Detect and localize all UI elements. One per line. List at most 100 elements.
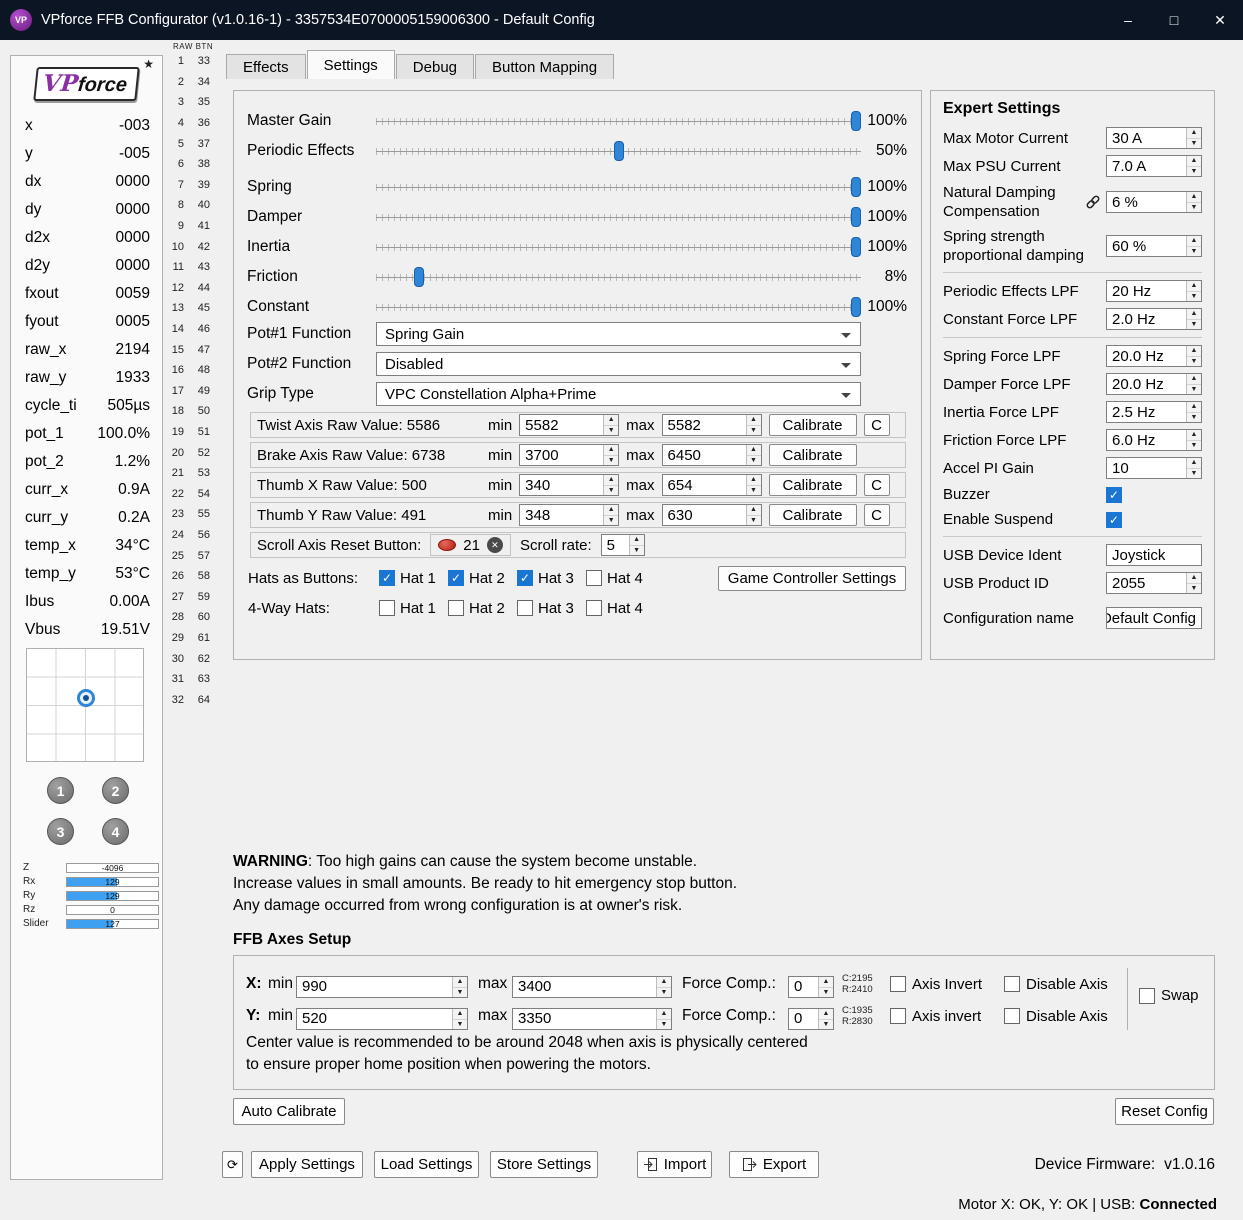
ffb-y-max-input[interactable]: 3350 ▲ ▼: [512, 1008, 672, 1030]
thumb-y-center-button[interactable]: C: [863, 504, 890, 526]
auto-calibrate-button[interactable]: Auto Calibrate: [233, 1098, 345, 1125]
brake-axis-max-input[interactable]: 6450 ▲ ▼: [661, 444, 762, 466]
max-motor-current-input[interactable]: 30 A ▲ ▼: [1106, 127, 1202, 149]
slider-handle[interactable]: [851, 177, 861, 197]
hats-as-buttons-hat-4-checkbox[interactable]: [586, 570, 602, 586]
spin-up-icon[interactable]: ▲: [1187, 430, 1201, 440]
spin-down-icon[interactable]: ▼: [453, 986, 467, 997]
close-button[interactable]: ✕: [1197, 0, 1243, 40]
thumb-y-calibrate-button[interactable]: Calibrate: [768, 504, 857, 526]
max-psu-current-input[interactable]: 7.0 A ▲ ▼: [1106, 155, 1202, 177]
refresh-button[interactable]: ⟳: [222, 1151, 243, 1178]
buzzer-checkbox[interactable]: ✓: [1106, 486, 1122, 503]
preset-button-1[interactable]: 1: [47, 777, 74, 804]
usb-device-ident-input[interactable]: Joystick: [1106, 544, 1202, 566]
x-disable-axis-checkbox[interactable]: [1004, 976, 1020, 992]
slider-handle[interactable]: [851, 237, 861, 257]
spin-down-icon[interactable]: ▼: [604, 484, 619, 495]
brake-axis-calibrate-button[interactable]: Calibrate: [768, 444, 857, 466]
spin-down-icon[interactable]: ▼: [604, 454, 619, 465]
spin-up-icon[interactable]: ▲: [746, 415, 761, 425]
slider-handle[interactable]: [614, 141, 624, 161]
spin-up-icon[interactable]: ▲: [746, 475, 761, 485]
twist-axis-max-input[interactable]: 5582 ▲ ▼: [661, 414, 762, 436]
slider-handle[interactable]: [851, 297, 861, 317]
constant-force-lpf-input[interactable]: 2.0 Hz ▲ ▼: [1106, 308, 1202, 330]
spin-down-icon[interactable]: ▼: [453, 1018, 467, 1029]
import-button[interactable]: Import: [637, 1151, 712, 1178]
thumb-x-max-input[interactable]: 654 ▲ ▼: [661, 474, 762, 496]
tab-effects[interactable]: Effects: [226, 54, 306, 79]
inertia-force-lpf-input[interactable]: 2.5 Hz ▲ ▼: [1106, 401, 1202, 423]
twist-axis-min-input[interactable]: 5582 ▲ ▼: [519, 414, 620, 436]
inertia-slider[interactable]: [376, 237, 861, 257]
spin-down-icon[interactable]: ▼: [746, 484, 761, 495]
spin-up-icon[interactable]: ▲: [453, 1009, 467, 1019]
tab-button-mapping[interactable]: Button Mapping: [475, 54, 615, 79]
load-settings-button[interactable]: Load Settings: [374, 1151, 479, 1178]
clear-icon[interactable]: ✕: [486, 537, 503, 553]
spin-up-icon[interactable]: ▲: [819, 1009, 833, 1019]
ffb-y-force-comp-input[interactable]: 0 ▲ ▼: [788, 1008, 834, 1030]
periodic-effects-lpf-input[interactable]: 20 Hz ▲ ▼: [1106, 280, 1202, 302]
spin-up-icon[interactable]: ▲: [1187, 128, 1201, 138]
four-way-hats-hat-4-checkbox[interactable]: [586, 600, 602, 616]
spin-up-icon[interactable]: ▲: [746, 445, 761, 455]
brake-axis-min-input[interactable]: 3700 ▲ ▼: [519, 444, 620, 466]
spin-down-icon[interactable]: ▼: [1187, 137, 1201, 148]
twist-axis-center-button[interactable]: C: [863, 414, 890, 436]
spin-up-icon[interactable]: ▲: [1187, 156, 1201, 166]
spin-down-icon[interactable]: ▼: [1187, 245, 1201, 256]
hats-as-buttons-hat-1-checkbox[interactable]: ✓: [379, 570, 395, 586]
reset-config-button[interactable]: Reset Config: [1115, 1098, 1214, 1125]
export-button[interactable]: Export: [729, 1151, 819, 1178]
spin-down-icon[interactable]: ▼: [604, 514, 619, 525]
slider-handle[interactable]: [414, 267, 424, 287]
ffb-x-min-input[interactable]: 990 ▲ ▼: [296, 976, 468, 998]
ffb-y-min-input[interactable]: 520 ▲ ▼: [296, 1008, 468, 1030]
spin-down-icon[interactable]: ▼: [629, 544, 644, 555]
spin-down-icon[interactable]: ▼: [1187, 582, 1201, 593]
scroll-rate-input[interactable]: 5 ▲ ▼: [600, 534, 645, 556]
constant-slider[interactable]: [376, 297, 861, 317]
spin-down-icon[interactable]: ▼: [1187, 290, 1201, 301]
spin-down-icon[interactable]: ▼: [1187, 201, 1201, 212]
spin-up-icon[interactable]: ▲: [657, 1009, 671, 1019]
spin-down-icon[interactable]: ▼: [1187, 383, 1201, 394]
game-controller-settings-button[interactable]: Game Controller Settings: [718, 566, 906, 591]
tab-debug[interactable]: Debug: [395, 54, 474, 79]
spin-down-icon[interactable]: ▼: [657, 1018, 671, 1029]
spin-down-icon[interactable]: ▼: [1187, 355, 1201, 366]
apply-settings-button[interactable]: Apply Settings: [251, 1151, 363, 1178]
y-axis-invert-checkbox[interactable]: [890, 1008, 906, 1024]
grip-type-dropdown[interactable]: VPC Constellation Alpha+Prime: [376, 382, 861, 406]
minimize-button[interactable]: –: [1105, 0, 1151, 40]
preset-button-3[interactable]: 3: [47, 818, 74, 845]
spring-strength-proportional-damping-input[interactable]: 60 % ▲ ▼: [1106, 235, 1202, 257]
pot-1-function-dropdown[interactable]: Spring Gain: [376, 322, 861, 346]
spin-up-icon[interactable]: ▲: [1187, 402, 1201, 412]
pot-2-function-dropdown[interactable]: Disabled: [376, 352, 861, 376]
four-way-hats-hat-1-checkbox[interactable]: [379, 600, 395, 616]
enable-suspend-checkbox[interactable]: ✓: [1106, 511, 1122, 528]
slider-handle[interactable]: [851, 111, 861, 131]
spin-up-icon[interactable]: ▲: [1187, 573, 1201, 583]
spin-up-icon[interactable]: ▲: [1187, 346, 1201, 356]
x-axis-invert-checkbox[interactable]: [890, 976, 906, 992]
spin-down-icon[interactable]: ▼: [1187, 439, 1201, 450]
usb-product-id-input[interactable]: 2055 ▲ ▼: [1106, 572, 1202, 594]
thumb-y-max-input[interactable]: 630 ▲ ▼: [661, 504, 762, 526]
spin-down-icon[interactable]: ▼: [746, 454, 761, 465]
spin-down-icon[interactable]: ▼: [1187, 411, 1201, 422]
natural-damping-compensation-input[interactable]: 6 % ▲ ▼: [1106, 191, 1202, 213]
tab-settings[interactable]: Settings: [306, 50, 395, 79]
thumb-y-min-input[interactable]: 348 ▲ ▼: [519, 504, 620, 526]
spin-up-icon[interactable]: ▲: [819, 977, 833, 987]
spin-up-icon[interactable]: ▲: [604, 475, 619, 485]
swap-checkbox[interactable]: [1139, 987, 1155, 1004]
spin-up-icon[interactable]: ▲: [1187, 374, 1201, 384]
damper-force-lpf-input[interactable]: 20.0 Hz ▲ ▼: [1106, 373, 1202, 395]
spin-up-icon[interactable]: ▲: [1187, 458, 1201, 468]
accel-pi-gain-input[interactable]: 10 ▲ ▼: [1106, 457, 1202, 479]
configuration-name-input[interactable]: Default Config: [1106, 607, 1202, 629]
